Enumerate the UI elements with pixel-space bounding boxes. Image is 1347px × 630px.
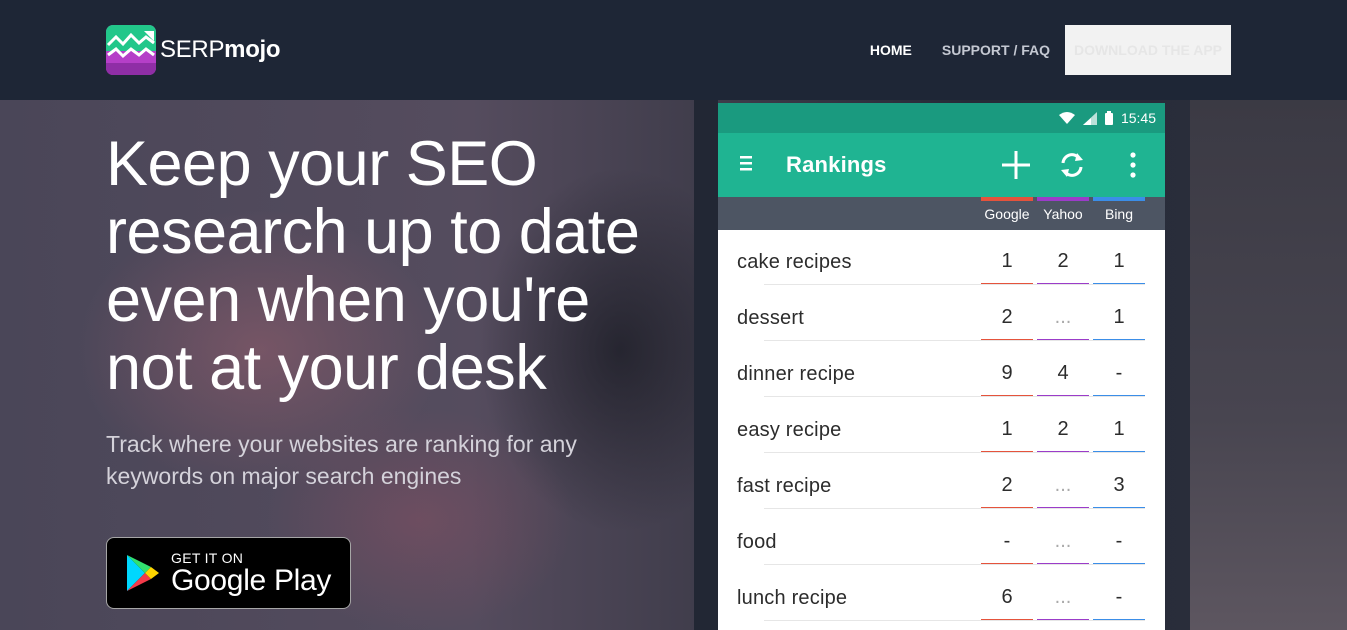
headline-line: not at your desk: [106, 333, 547, 403]
google-play-badge[interactable]: GET IT ON Google Play: [106, 537, 351, 609]
keyword-label: lunch recipe: [737, 587, 848, 609]
yahoo-rank: 2: [1037, 415, 1089, 453]
list-item[interactable]: food - ... -: [718, 509, 1165, 565]
google-play-text: GET IT ON Google Play: [171, 548, 331, 598]
keyword-label: fast recipe: [737, 475, 832, 497]
google-rank: 2: [981, 303, 1033, 341]
yahoo-rank: 2: [1037, 247, 1089, 285]
google-rank: -: [981, 527, 1033, 565]
hero-shadow: [694, 100, 718, 630]
download-app-button[interactable]: DOWNLOAD THE APP: [1065, 25, 1231, 75]
headline-line: research up to date: [106, 197, 640, 267]
headline-line: even when you're: [106, 265, 590, 335]
column-bing[interactable]: Bing: [1093, 197, 1145, 230]
google-rank: 1: [981, 415, 1033, 453]
keyword-label: easy recipe: [737, 419, 842, 441]
nav-support-faq[interactable]: SUPPORT / FAQ: [942, 42, 1050, 58]
yahoo-rank: ...: [1037, 303, 1089, 341]
column-google[interactable]: Google: [981, 197, 1033, 230]
google-rank: 2: [981, 471, 1033, 509]
keyword-label: dinner recipe: [737, 363, 856, 385]
row-divider: [764, 620, 1145, 621]
list-item[interactable]: dinner recipe 9 4 -: [718, 341, 1165, 397]
bing-rank: -: [1093, 583, 1145, 621]
bing-rank: 1: [1093, 415, 1145, 453]
site-header: SERPmojo HOME SUPPORT / FAQ DOWNLOAD THE…: [0, 0, 1347, 100]
bing-rank: 1: [1093, 247, 1145, 285]
yahoo-rank: ...: [1037, 583, 1089, 621]
badge-big-text: Google Play: [171, 564, 332, 597]
bing-rank: -: [1093, 359, 1145, 397]
google-rank: 1: [981, 247, 1033, 285]
list-item[interactable]: lunch recipe 6 ... -: [718, 565, 1165, 621]
brand-name-bold: mojo: [224, 36, 281, 63]
yahoo-rank: 4: [1037, 359, 1089, 397]
list-item[interactable]: easy recipe 1 2 1: [718, 397, 1165, 453]
serpmojo-logo-icon: [106, 25, 156, 75]
google-rank: 9: [981, 359, 1033, 397]
nav-home[interactable]: HOME: [870, 42, 912, 58]
google-rank: 6: [981, 583, 1033, 621]
list-item[interactable]: fast recipe 2 ... 3: [718, 453, 1165, 509]
brand-name-light: SERP: [160, 36, 225, 63]
list-item[interactable]: dessert 2 ... 1: [718, 285, 1165, 341]
battery-icon: [1104, 111, 1113, 125]
menu-icon[interactable]: [740, 155, 752, 175]
headline-line: Keep your SEO: [106, 129, 538, 199]
keyword-label: food: [737, 531, 777, 553]
status-time: 15:45: [1120, 110, 1156, 126]
hero-headline: Keep your SEO research up to date even w…: [106, 130, 666, 402]
status-bar: 15:45: [718, 103, 1165, 133]
yahoo-rank: ...: [1037, 527, 1089, 565]
phone-screenshot: 15:45 Rankings Google Yahoo Bing appetiz…: [718, 103, 1165, 630]
main-nav: HOME SUPPORT / FAQ DOWNLOAD THE APP: [870, 25, 1231, 75]
rankings-list: appetizer 1 2 5 cake recipes 1 2 1 desse…: [718, 173, 1165, 621]
list-item[interactable]: cake recipes 1 2 1: [718, 229, 1165, 285]
signal-icon: [1082, 111, 1097, 125]
keyword-label: cake recipes: [737, 251, 852, 273]
column-yahoo[interactable]: Yahoo: [1037, 197, 1089, 230]
bing-rank: 3: [1093, 471, 1145, 509]
google-play-icon: [127, 555, 159, 591]
brand-name: SERPmojo: [160, 36, 281, 64]
yahoo-rank: ...: [1037, 471, 1089, 509]
logo[interactable]: SERPmojo: [106, 25, 281, 75]
keyword-label: dessert: [737, 307, 804, 329]
bing-rank: 1: [1093, 303, 1145, 341]
bing-rank: -: [1093, 527, 1145, 565]
hero-subtext: Track where your websites are ranking fo…: [106, 431, 577, 489]
engine-column-headers: Google Yahoo Bing: [718, 197, 1165, 230]
hero-right-panel: [1190, 100, 1347, 630]
wifi-icon: [1058, 112, 1075, 124]
